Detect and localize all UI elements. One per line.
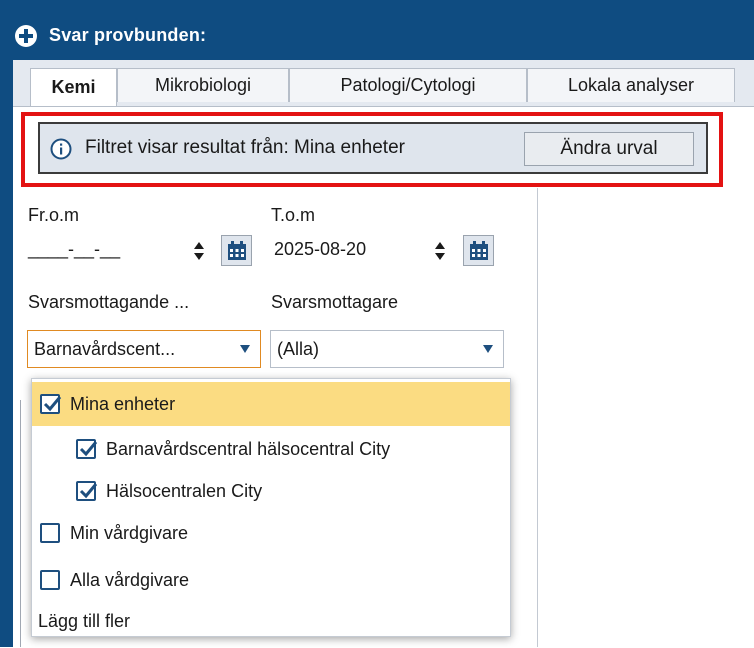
from-date-input[interactable]: ____-__-__ bbox=[28, 235, 120, 263]
split-divider[interactable] bbox=[537, 188, 538, 647]
receiving-unit-label: Svarsmottagande ... bbox=[28, 292, 190, 312]
to-date-input[interactable]: 2025-08-20 bbox=[274, 235, 366, 263]
checkbox-checked-icon[interactable] bbox=[76, 481, 98, 501]
tab-kemi[interactable]: Kemi bbox=[30, 68, 117, 106]
dropdown-item-mina-enheter[interactable]: Mina enheter bbox=[32, 382, 510, 426]
left-panel-edge bbox=[20, 400, 21, 647]
from-date-label: Fr.o.m bbox=[28, 205, 80, 225]
tab-lokala-analyser[interactable]: Lokala analyser bbox=[527, 68, 735, 102]
dropdown-item-min-vardgivare[interactable]: Min vårdgivare bbox=[32, 511, 510, 555]
receiving-unit-dropdown: Mina enheter Barnavårdscentral hälsocent… bbox=[31, 378, 511, 637]
panel-border bbox=[0, 60, 13, 647]
dropdown-item-barnavardscentral[interactable]: Barnavårdscentral hälsocentral City bbox=[32, 427, 510, 471]
dropdown-item-label: Hälsocentralen City bbox=[106, 480, 263, 501]
to-date-label: T.o.m bbox=[271, 205, 316, 225]
receiving-unit-select[interactable]: Barnavårdscent... bbox=[27, 330, 261, 368]
to-date-calendar-button[interactable] bbox=[463, 235, 494, 266]
receiving-unit-value: Barnavårdscent... bbox=[34, 338, 176, 359]
dropdown-item-label: Min vårdgivare bbox=[70, 522, 189, 543]
calendar-icon bbox=[227, 240, 246, 260]
receiver-label: Svarsmottagare bbox=[271, 292, 399, 312]
tab-patologi-cytologi[interactable]: Patologi/Cytologi bbox=[289, 68, 527, 102]
tab-mikrobiologi[interactable]: Mikrobiologi bbox=[117, 68, 289, 102]
receiver-value: (Alla) bbox=[277, 338, 320, 359]
window-title: Svar provbunden: bbox=[49, 25, 207, 45]
dropdown-arrow-icon bbox=[240, 345, 250, 353]
checkbox-unchecked-icon[interactable] bbox=[40, 570, 60, 590]
title-bar: Svar provbunden: bbox=[0, 0, 754, 60]
receiver-select[interactable]: (Alla) bbox=[270, 330, 504, 368]
checkbox-checked-icon[interactable] bbox=[40, 394, 62, 414]
add-more-link[interactable]: Lägg till fler bbox=[38, 611, 130, 632]
dropdown-item-label: Alla vårdgivare bbox=[70, 569, 190, 590]
dropdown-item-label: Barnavårdscentral hälsocentral City bbox=[106, 438, 391, 459]
to-date-spinner-icon[interactable] bbox=[434, 240, 446, 262]
dropdown-item-halsocentralen[interactable]: Hälsocentralen City bbox=[32, 469, 510, 513]
from-date-calendar-button[interactable] bbox=[221, 235, 252, 266]
plus-circle-icon bbox=[15, 25, 37, 47]
dropdown-item-alla-vardgivare[interactable]: Alla vårdgivare bbox=[32, 558, 510, 602]
calendar-icon bbox=[469, 240, 488, 260]
dropdown-arrow-icon bbox=[483, 345, 493, 353]
checkbox-checked-icon[interactable] bbox=[76, 439, 98, 459]
from-date-spinner-icon[interactable] bbox=[193, 240, 205, 262]
checkbox-unchecked-icon[interactable] bbox=[40, 523, 60, 543]
tab-strip: Kemi Mikrobiologi Patologi/Cytologi Loka… bbox=[13, 60, 754, 106]
highlight-annotation bbox=[21, 112, 723, 187]
dropdown-item-label: Mina enheter bbox=[70, 393, 176, 414]
